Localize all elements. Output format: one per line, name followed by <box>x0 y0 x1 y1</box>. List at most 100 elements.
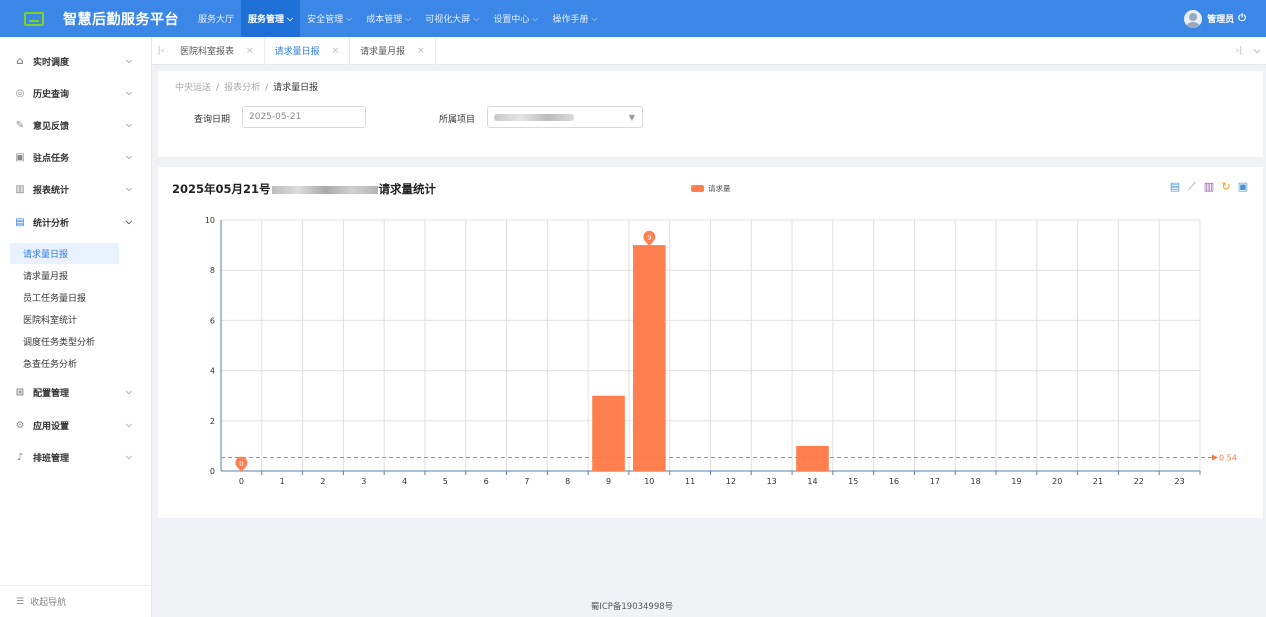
chevron-down-icon: ⌵ <box>346 13 353 23</box>
project-select[interactable]: ▼ <box>487 106 643 128</box>
sidebar-menu-item[interactable]: ▣ 驻点任务 ⌵ <box>0 142 152 172</box>
sidebar: ☰ 收起导航 ⌂ 实时调度 ⌵ ◎ 历史查询 ⌵ ✎ 意见反馈 ⌵ ▣ 驻点任务 ⌵ ▥ 报表统计 ⌵ ▤ 统计… <box>0 37 152 617</box>
chevron-down-icon: ⌵ <box>125 88 132 97</box>
history-icon: ◎ <box>15 87 25 99</box>
refresh-icon[interactable]: ↻ <box>1220 181 1232 193</box>
sidebar-menu-label: 配置管理 <box>33 388 70 399</box>
bar <box>592 395 625 471</box>
bar <box>632 245 666 471</box>
nav-item-label: 安全管理 <box>307 15 344 25</box>
save-image-icon[interactable]: ▣ <box>1237 181 1249 193</box>
filter-card: 中央运送 / 报表分析 / 请求量日报 查询日期 2025-05-21 所属项目 ▼ <box>158 71 1263 157</box>
tab-scroll-left-icon[interactable]: |‹ <box>152 46 170 56</box>
collapse-nav-button[interactable]: ☰ 收起导航 <box>0 585 152 617</box>
user-name: 管理员 <box>1207 15 1235 25</box>
tab[interactable]: 医院科室报表 × <box>170 36 265 65</box>
nav-item-label: 操作手册 <box>552 15 589 25</box>
x-tick-label: 16 <box>889 477 899 486</box>
x-tick-label: 12 <box>726 477 736 486</box>
nav-item[interactable]: 可视化大屏 ⌵ <box>418 0 486 37</box>
x-tick-label: 18 <box>971 477 981 486</box>
grid-icon: ⊞ <box>15 386 25 398</box>
chart-legend[interactable]: 请求量 <box>691 183 731 194</box>
x-tick-label: 22 <box>1134 477 1144 486</box>
nav-item[interactable]: 成本管理 ⌵ <box>359 0 418 37</box>
legend-swatch <box>691 185 704 192</box>
close-icon[interactable]: × <box>417 46 425 56</box>
y-tick-label: 6 <box>210 316 215 325</box>
sidebar-menu-item[interactable]: ⚙ 应用设置 ⌵ <box>0 410 152 440</box>
breadcrumb-current: 请求量日报 <box>273 83 319 93</box>
tab-dropdown-icon[interactable]: ⌵ <box>1248 46 1266 56</box>
sidebar-submenu-item[interactable]: 请求量日报 <box>10 243 119 264</box>
chevron-down-icon: ⌵ <box>532 13 539 23</box>
sidebar-menu-label: 驻点任务 <box>33 153 70 164</box>
bell-icon: ♪ <box>16 451 24 463</box>
x-tick-label: 21 <box>1093 477 1103 486</box>
x-tick-label: 15 <box>848 477 858 486</box>
nav-item-label: 服务管理 <box>248 15 285 25</box>
briefcase-icon: ▣ <box>15 151 25 163</box>
nav-item[interactable]: 服务大厅 <box>191 0 241 37</box>
x-tick-label: 0 <box>239 477 244 486</box>
x-tick-label: 1 <box>280 477 285 486</box>
close-icon[interactable]: × <box>246 46 254 56</box>
x-tick-label: 9 <box>606 477 611 486</box>
nav-item[interactable]: 服务管理 ⌵ <box>241 0 301 37</box>
sidebar-menu-item[interactable]: ⊞ 配置管理 ⌵ <box>0 377 152 407</box>
x-tick-label: 6 <box>484 477 489 486</box>
main-nav: 服务大厅 服务管理 ⌵ 安全管理 ⌵ 成本管理 ⌵ 可视化大屏 ⌵ 设置中心 ⌵ 操作手册 ⌵ <box>191 0 605 37</box>
tab[interactable]: 请求量月报 × <box>350 36 436 65</box>
x-tick-label: 19 <box>1011 477 1021 486</box>
sidebar-menu-item[interactable]: ▥ 报表统计 ⌵ <box>0 174 152 204</box>
x-tick-label: 8 <box>565 477 570 486</box>
nav-item[interactable]: 设置中心 ⌵ <box>486 0 545 37</box>
sidebar-menu-label: 排班管理 <box>33 453 70 464</box>
footer-icp[interactable]: 蜀ICP备19034998号 <box>152 600 1112 612</box>
close-icon[interactable]: × <box>332 46 340 56</box>
chevron-down-icon: ⌵ <box>125 217 132 226</box>
sidebar-submenu-item[interactable]: 调度任务类型分析 <box>10 331 119 352</box>
logo-icon <box>24 11 44 26</box>
chevron-down-icon: ⌵ <box>125 152 132 161</box>
sidebar-menu-label: 历史查询 <box>33 89 70 100</box>
sidebar-menu-item[interactable]: ✎ 意见反馈 ⌵ <box>0 110 152 140</box>
y-tick-label: 0 <box>210 467 215 476</box>
line-chart-icon[interactable]: ⟋ <box>1186 181 1198 193</box>
breadcrumb-item[interactable]: 中央运送 <box>175 83 211 93</box>
home-icon: ⌂ <box>16 55 24 67</box>
sidebar-menu-item[interactable]: ♪ 排班管理 ⌵ <box>0 442 152 472</box>
x-tick-label: 2 <box>320 477 325 486</box>
x-tick-label: 17 <box>930 477 940 486</box>
data-view-icon[interactable]: ▤ <box>1169 181 1181 193</box>
project-value-redacted <box>494 113 574 121</box>
user-menu[interactable]: 管理员 ⏻ <box>1184 0 1246 37</box>
chart-title-prefix: 2025年05月21号 <box>172 182 271 196</box>
sidebar-menu-label: 应用设置 <box>33 421 70 432</box>
sidebar-menu-item[interactable]: ◎ 历史查询 ⌵ <box>0 78 152 108</box>
x-tick-label: 5 <box>443 477 448 486</box>
sidebar-submenu-item[interactable]: 医院科室统计 <box>10 309 119 330</box>
tab-label: 请求量日报 <box>274 47 320 57</box>
date-input[interactable]: 2025-05-21 <box>242 106 366 128</box>
bar-chart-icon[interactable]: ▥ <box>1203 181 1215 193</box>
logout-icon[interactable]: ⏻ <box>1238 13 1246 24</box>
chevron-down-icon: ⌵ <box>125 56 132 65</box>
nav-item[interactable]: 操作手册 ⌵ <box>545 0 604 37</box>
tab-scroll-right-icon[interactable]: ›| <box>1230 46 1248 56</box>
tab-strip-controls: ›| ⌵ <box>1230 37 1266 65</box>
chevron-down-icon: ⌵ <box>125 120 132 129</box>
sidebar-submenu-item[interactable]: 请求量月报 <box>10 265 119 286</box>
settings-icon: ⚙ <box>15 419 25 431</box>
x-tick-label: 3 <box>361 477 366 486</box>
tab[interactable]: 请求量日报 × <box>265 36 351 65</box>
nav-item-label: 设置中心 <box>493 15 530 25</box>
breadcrumb-item[interactable]: 报表分析 <box>224 83 260 93</box>
sidebar-menu-item[interactable]: ▤ 统计分析 ⌵ <box>0 207 152 237</box>
sidebar-menu-item[interactable]: ⌂ 实时调度 ⌵ <box>0 46 152 76</box>
x-tick-label: 14 <box>807 477 817 486</box>
sidebar-submenu-item[interactable]: 急查任务分析 <box>10 353 119 374</box>
nav-item[interactable]: 安全管理 ⌵ <box>300 0 359 37</box>
bar <box>796 445 829 471</box>
sidebar-submenu-item[interactable]: 员工任务量日报 <box>10 287 119 308</box>
